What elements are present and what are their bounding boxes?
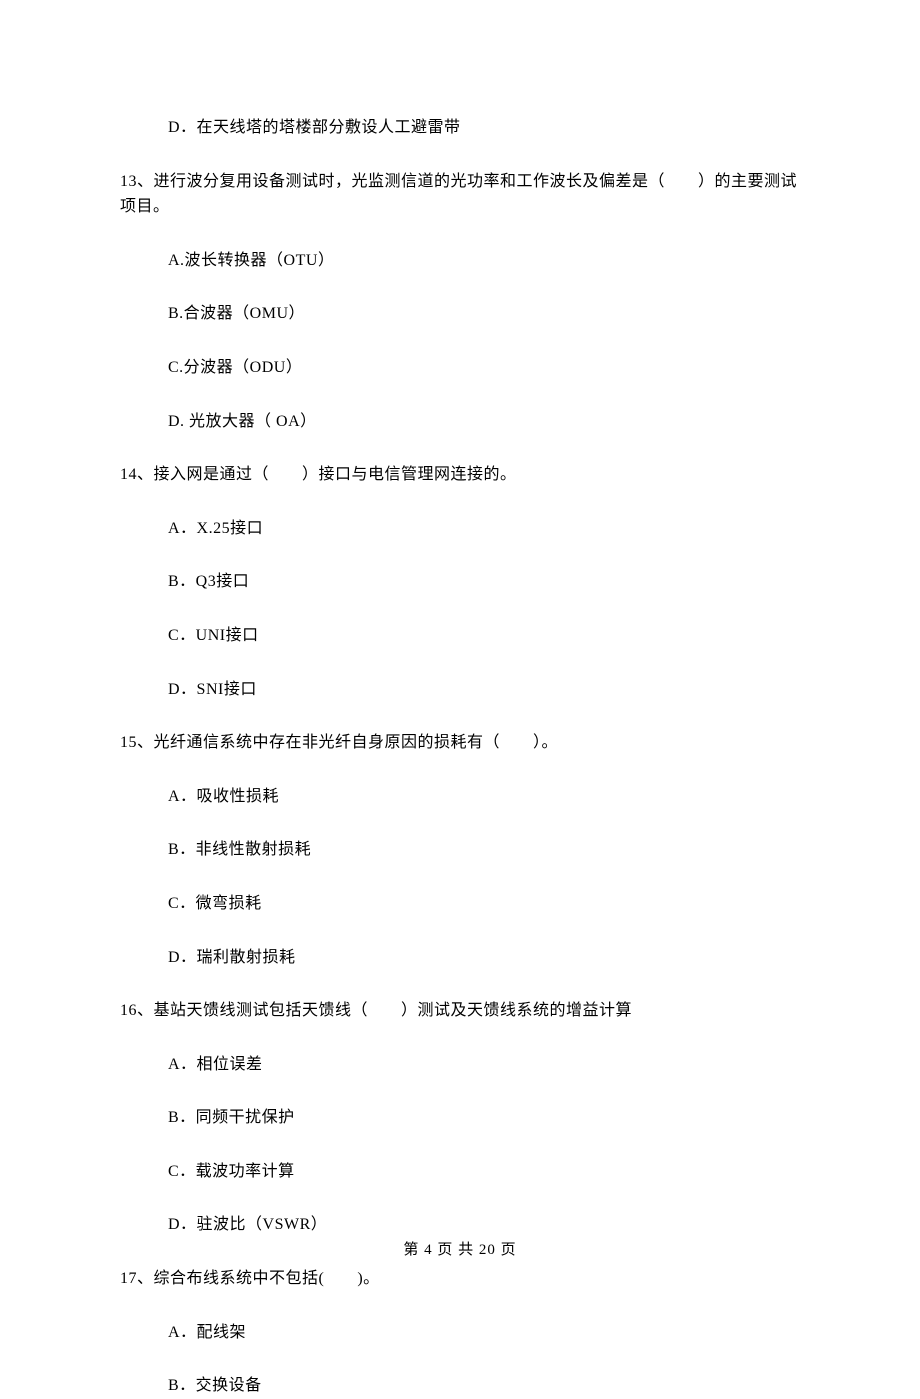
page-content: D．在天线塔的塔楼部分敷设人工避雷带 13、进行波分复用设备测试时，光监测信道的…	[0, 0, 920, 1399]
q14-stem: 14、接入网是通过（ ）接口与电信管理网连接的。	[120, 462, 800, 488]
q16-option-a: A．相位误差	[120, 1052, 800, 1078]
q16-stem: 16、基站天馈线测试包括天馈线（ ）测试及天馈线系统的增益计算	[120, 998, 800, 1024]
q13-option-d: D. 光放大器（ OA）	[120, 409, 800, 435]
q17-option-b: B．交换设备	[120, 1373, 800, 1399]
q14-option-b: B．Q3接口	[120, 569, 800, 595]
q15-option-c: C．微弯损耗	[120, 891, 800, 917]
q16-option-c: C．载波功率计算	[120, 1159, 800, 1185]
q14-option-c: C．UNI接口	[120, 623, 800, 649]
q14-option-a: A．X.25接口	[120, 516, 800, 542]
q15-option-b: B．非线性散射损耗	[120, 837, 800, 863]
q13-option-a: A.波长转换器（OTU）	[120, 248, 800, 274]
q13-stem: 13、进行波分复用设备测试时，光监测信道的光功率和工作波长及偏差是（ ）的主要测…	[120, 169, 800, 220]
q17-stem: 17、综合布线系统中不包括( )。	[120, 1266, 800, 1292]
q15-option-a: A．吸收性损耗	[120, 784, 800, 810]
q15-option-d: D．瑞利散射损耗	[120, 945, 800, 971]
q13-option-c: C.分波器（ODU）	[120, 355, 800, 381]
page-footer: 第 4 页 共 20 页	[0, 1238, 920, 1262]
q15-stem: 15、光纤通信系统中存在非光纤自身原因的损耗有（ ）。	[120, 730, 800, 756]
q16-option-d: D．驻波比（VSWR）	[120, 1212, 800, 1238]
q13-option-b: B.合波器（OMU）	[120, 301, 800, 327]
q16-option-b: B．同频干扰保护	[120, 1105, 800, 1131]
q17-option-a: A．配线架	[120, 1320, 800, 1346]
q12-option-d: D．在天线塔的塔楼部分敷设人工避雷带	[120, 115, 800, 141]
q14-option-d: D．SNI接口	[120, 677, 800, 703]
